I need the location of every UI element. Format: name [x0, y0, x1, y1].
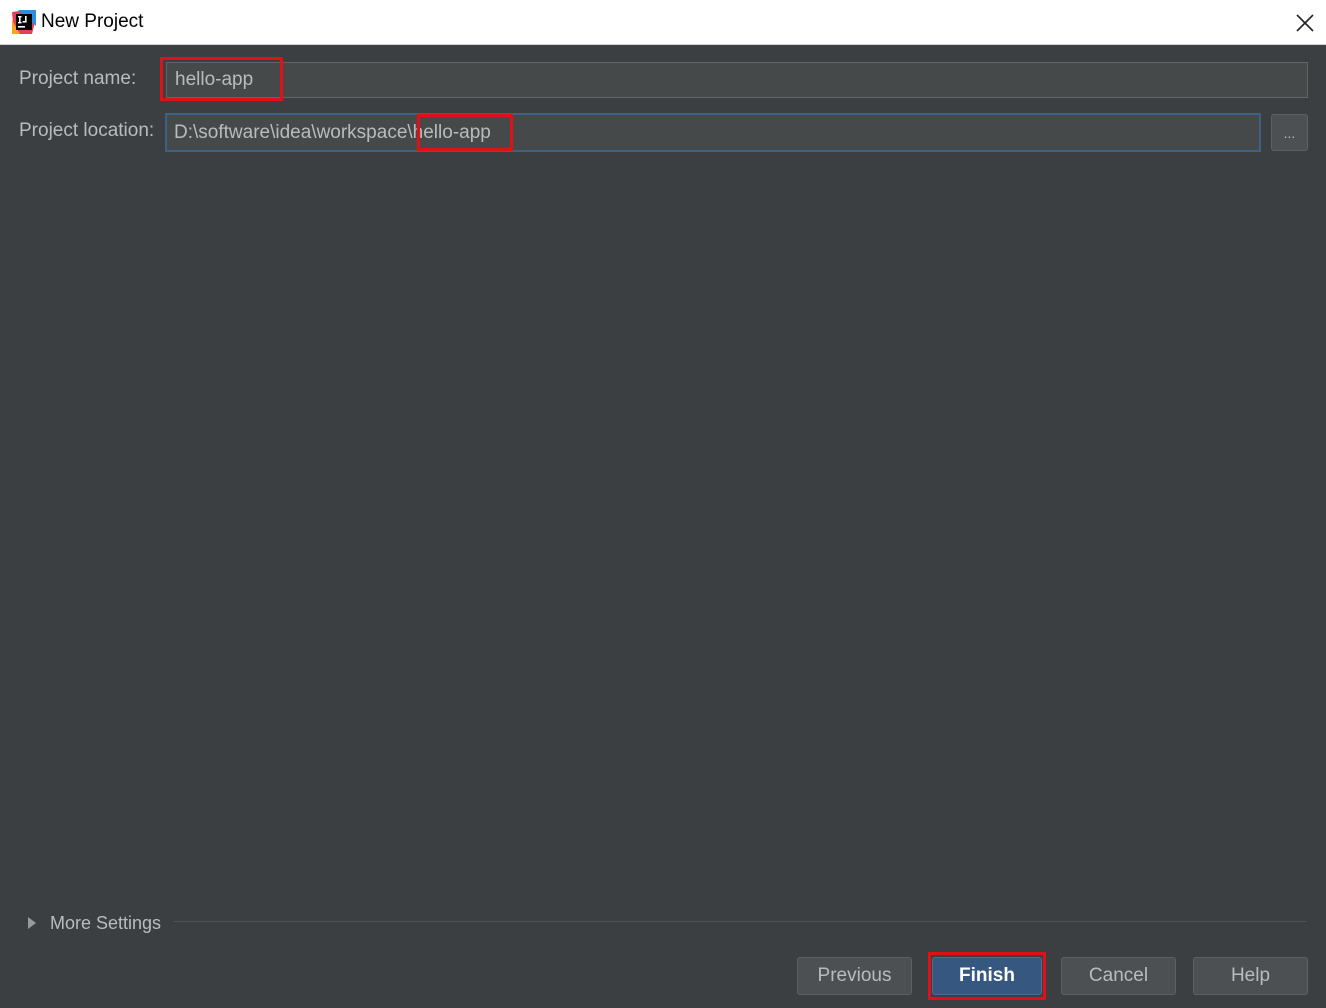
browse-button[interactable]: ...: [1271, 114, 1308, 151]
help-button[interactable]: Help: [1193, 957, 1308, 995]
new-project-dialog: New Project Project name: hello-app Proj…: [0, 0, 1326, 1008]
window-title: New Project: [41, 11, 144, 32]
project-location-prefix: D:\software\idea\workspace\: [174, 121, 413, 143]
previous-button[interactable]: Previous: [797, 957, 912, 995]
title-bar: New Project: [0, 0, 1326, 45]
more-settings-label: More Settings: [50, 912, 162, 933]
more-settings-divider: [173, 921, 1307, 922]
intellij-idea-icon: [12, 10, 36, 34]
more-settings-toggle[interactable]: More Settings: [24, 910, 161, 936]
finish-button[interactable]: Finish: [932, 957, 1042, 995]
project-location-input[interactable]: D:\software\idea\workspace\ hello-app: [165, 113, 1261, 152]
project-name-value: hello-app: [175, 69, 254, 90]
project-location-suffix: hello-app: [412, 121, 491, 143]
close-icon: [1295, 13, 1314, 32]
triangle-right-icon: [28, 917, 36, 929]
close-button[interactable]: [1283, 0, 1326, 45]
project-name-label: Project name:: [19, 68, 137, 89]
project-location-label: Project location:: [19, 120, 155, 141]
cancel-button[interactable]: Cancel: [1061, 957, 1176, 995]
project-name-input[interactable]: hello-app: [166, 62, 1308, 98]
